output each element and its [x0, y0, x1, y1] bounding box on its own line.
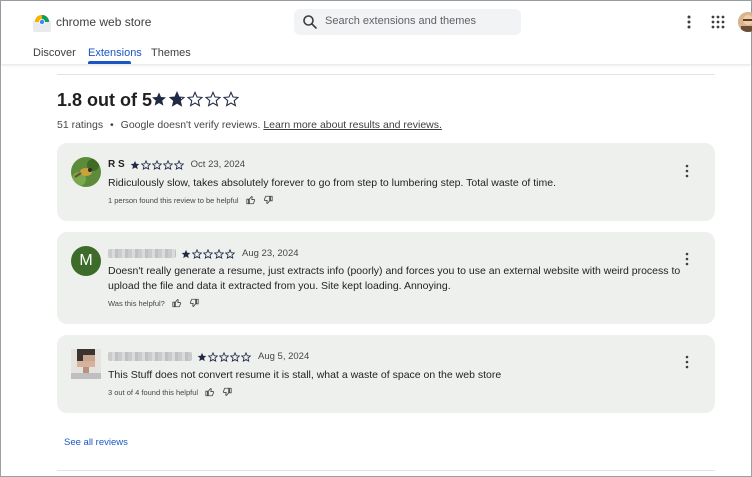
review-header: R S Oct 23, 2024: [108, 159, 245, 170]
star-empty-icon: [192, 248, 202, 259]
review-header: Aug 23, 2024: [108, 248, 299, 259]
more-options-icon[interactable]: [685, 14, 693, 30]
review-card: M Aug 23, 2024 Doesn't really generate a…: [57, 232, 715, 324]
thumbs-down-icon[interactable]: [263, 195, 273, 205]
star-empty-icon: [173, 159, 184, 170]
search-placeholder: Search extensions and themes: [325, 15, 477, 27]
review-date: Aug 23, 2024: [242, 248, 299, 259]
helpful-text: 3 out of 4 found this helpful: [108, 387, 199, 397]
review-date: Aug 5, 2024: [258, 351, 310, 362]
star-empty-icon: [162, 159, 173, 170]
star-empty-icon: [219, 351, 229, 362]
search-icon: [303, 15, 317, 29]
learn-more-link[interactable]: Learn more about results and reviews.: [263, 119, 442, 131]
thumbs-up-icon[interactable]: [205, 387, 215, 397]
review-card: Aug 5, 2024 This Stuff does not convert …: [57, 335, 715, 413]
average-rating: 1.8 out of 5: [57, 90, 153, 110]
star-filled-icon: [152, 92, 166, 106]
star-empty-icon: [208, 351, 218, 362]
star-empty-icon: [241, 351, 251, 362]
star-filled-icon: [130, 160, 140, 169]
review-text: This Stuff does not convert resume it is…: [108, 369, 502, 381]
top-header: chrome web store Search extensions and t…: [1, 1, 752, 64]
review-text: Ridiculously slow, takes absolutely fore…: [108, 177, 557, 189]
avatar-initial: M: [79, 252, 93, 269]
review-date: Oct 23, 2024: [190, 159, 246, 170]
section-divider: [57, 470, 715, 471]
star-empty-icon: [151, 159, 162, 170]
helpful-text: Was this helpful?: [108, 298, 165, 308]
reviewer-name-redacted: [108, 249, 176, 258]
star-empty-icon: [203, 248, 213, 259]
reviewer-avatar[interactable]: M: [71, 246, 101, 276]
reviewer-avatar[interactable]: [71, 349, 101, 379]
review-more-options-icon[interactable]: [684, 164, 690, 178]
star-filled-icon: [181, 249, 191, 258]
ratings-count: 51 ratings: [57, 119, 104, 131]
reviewer-name: R S: [108, 159, 125, 170]
review-header: Aug 5, 2024: [108, 351, 309, 362]
helpful-text: 1 person found this review to be helpful: [108, 195, 239, 205]
review-more-options-icon[interactable]: [684, 355, 690, 369]
active-tab-indicator: [88, 61, 131, 64]
review-text: Doesn't really generate a resume, just e…: [108, 265, 681, 292]
star-empty-icon: [214, 248, 224, 259]
review-helpful: 1 person found this review to be helpful: [108, 195, 273, 205]
tab-extensions[interactable]: Extensions: [88, 47, 142, 59]
star-partial-icon: [169, 91, 185, 107]
see-all-reviews-link[interactable]: See all reviews: [64, 437, 128, 448]
reviewer-name-redacted: [108, 352, 192, 361]
star-empty-icon: [230, 351, 240, 362]
thumbs-down-icon[interactable]: [222, 387, 232, 397]
thumbs-up-icon[interactable]: [172, 298, 182, 308]
review-more-options-icon[interactable]: [684, 252, 690, 266]
star-empty-icon: [223, 91, 239, 107]
thumbs-up-icon[interactable]: [245, 195, 256, 205]
star-empty-icon: [205, 91, 221, 107]
star-empty-icon: [187, 91, 203, 107]
google-apps-icon[interactable]: [711, 15, 725, 29]
meta-separator: •: [110, 119, 114, 131]
thumbs-down-icon[interactable]: [189, 298, 199, 308]
brand-name[interactable]: chrome web store: [56, 15, 151, 29]
pixelated-avatar-icon: [71, 349, 101, 379]
average-rating-stars: [151, 91, 239, 107]
account-avatar[interactable]: [738, 12, 752, 32]
review-stars: [130, 159, 184, 170]
star-filled-icon: [197, 352, 207, 361]
section-divider: [57, 74, 715, 75]
review-helpful: 3 out of 4 found this helpful: [108, 387, 232, 397]
tab-themes[interactable]: Themes: [151, 47, 191, 59]
review-stars: [197, 351, 251, 362]
profile-photo-icon: [738, 12, 752, 32]
verify-notice: Google doesn't verify reviews.: [120, 119, 261, 131]
reviewer-avatar[interactable]: [71, 157, 101, 187]
chrome-web-store-logo[interactable]: [32, 13, 52, 33]
ratings-meta: 51 ratings • Google doesn't verify revie…: [57, 119, 442, 131]
review-helpful: Was this helpful?: [108, 298, 199, 308]
star-empty-icon: [225, 248, 235, 259]
tab-discover[interactable]: Discover: [33, 47, 76, 59]
star-empty-icon: [140, 159, 151, 170]
review-stars: [181, 248, 235, 259]
search-box[interactable]: Search extensions and themes: [294, 9, 521, 35]
bird-avatar-icon: [71, 157, 101, 187]
review-card: R S Oct 23, 2024 Ridiculously slow, take…: [57, 143, 715, 221]
